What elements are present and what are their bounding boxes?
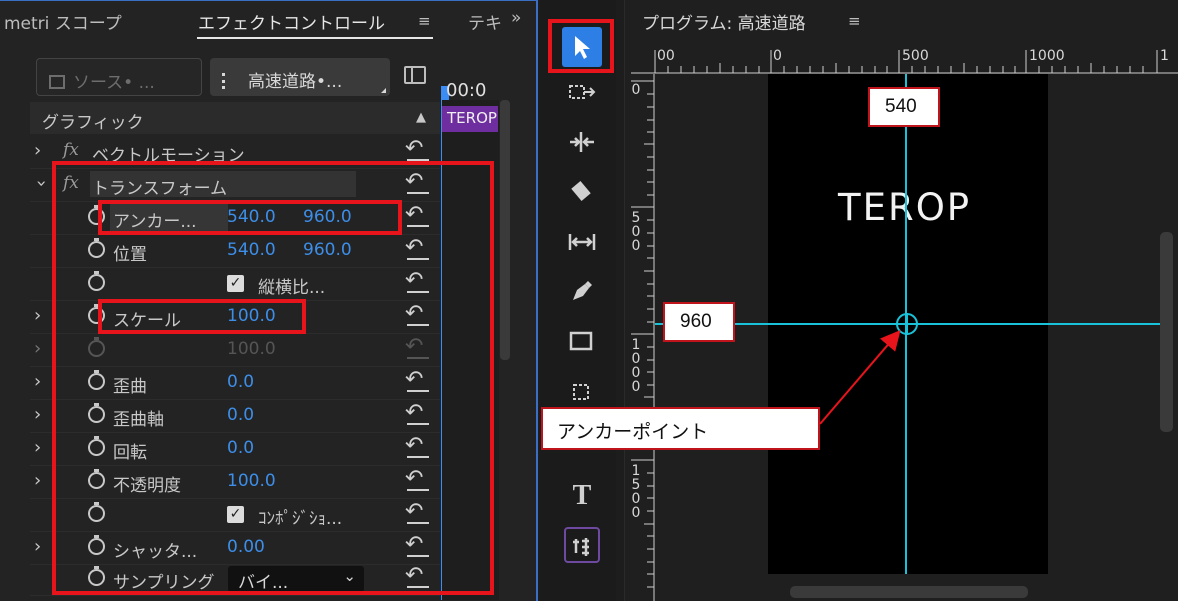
ruler-label: 1000	[1029, 48, 1065, 64]
razor-tool-button[interactable]	[562, 176, 602, 216]
ruler-label-group: 1 5 0 0	[630, 464, 642, 520]
reset-icon[interactable]	[405, 136, 429, 162]
grid-icon	[49, 75, 65, 89]
chevron-right-icon[interactable]: ›	[34, 305, 41, 326]
y-value-callout: 960	[663, 302, 735, 342]
ruler-label: 1	[1160, 48, 1169, 64]
source-clip-label: ソース• ...	[73, 73, 155, 93]
ruler-label: 00	[657, 48, 675, 64]
ruler-label: 0	[631, 491, 641, 507]
puppet-icon	[573, 538, 589, 556]
timecode: 00:0	[446, 80, 487, 101]
monitor-menu-icon[interactable]: ≡	[848, 12, 861, 30]
ruler-label: 1	[631, 463, 641, 479]
tab-lumetri-scope[interactable]: metri スコープ	[4, 9, 122, 34]
pointer-icon	[575, 36, 590, 59]
chevron-right-icon[interactable]: ›	[34, 470, 41, 491]
chevron-right-icon[interactable]: ›	[34, 536, 41, 557]
horizontal-ruler: 00 0 500 1000 1	[631, 46, 1178, 74]
track-select-icon	[569, 85, 596, 99]
collapse-icon[interactable]: ▲	[416, 110, 426, 125]
section-title: グラフィック	[42, 113, 144, 133]
slip-icon	[568, 234, 596, 250]
hand-icon	[573, 384, 589, 400]
chevron-right-icon[interactable]: ›	[34, 404, 41, 425]
ruler-label: 5	[631, 477, 641, 493]
fx-icon[interactable]: fx	[63, 140, 79, 160]
track-select-tool-button[interactable]	[562, 76, 602, 116]
source-clip-button[interactable]: ソース• ...	[36, 58, 202, 96]
tab-overflow-icon[interactable]: »	[511, 8, 521, 28]
graphic-section-header[interactable]: グラフィック ▲	[30, 102, 440, 134]
ruler-label: 0	[631, 379, 641, 395]
timeline-clip[interactable]: TEROP	[442, 106, 498, 132]
pen-tool-button[interactable]	[562, 276, 602, 316]
anchor-point-callout: アンカーポイント	[541, 407, 820, 450]
scale-highlight-box	[98, 299, 306, 334]
monitor-title: プログラム: 高速道路	[642, 14, 806, 34]
ruler-label: 0	[631, 505, 641, 521]
panel-menu-icon[interactable]: ≡	[418, 12, 431, 30]
chevron-right-icon[interactable]: ›	[34, 140, 41, 161]
ruler-label: 500	[902, 48, 929, 64]
chevron-right-icon[interactable]: ›	[34, 437, 41, 458]
chevron-right-icon[interactable]: ›	[34, 338, 41, 359]
chevron-right-icon[interactable]: ›	[34, 371, 41, 392]
active-tab-underline	[197, 37, 433, 39]
vertical-ruler: 0 5 0 0 1 0 0 0 1 5 0 0	[627, 74, 655, 601]
sequence-icon	[222, 73, 236, 89]
rectangle-tool-button[interactable]	[562, 326, 602, 366]
tab-effect-controls[interactable]: エフェクトコントロール	[198, 9, 385, 34]
x-value-callout: 540	[868, 87, 940, 127]
ruler-label: 0	[631, 238, 641, 254]
ruler-label: 0	[631, 351, 641, 367]
sequence-clip-button[interactable]: 高速道路•...	[210, 58, 390, 96]
slip-tool-button[interactable]	[562, 226, 602, 266]
rectangle-icon	[569, 331, 593, 351]
ruler-label: 0	[631, 365, 641, 381]
monitor-scrollbar-horizontal[interactable]	[790, 586, 1028, 598]
chevron-down-icon[interactable]: ›	[31, 180, 52, 187]
monitor-scrollbar-vertical[interactable]	[1160, 232, 1173, 432]
ruler-label: 5	[631, 210, 641, 226]
toggle-timeline-icon[interactable]	[404, 66, 426, 84]
ruler-label-group: 1 0 0 0	[630, 338, 642, 394]
ruler-label: 0	[631, 82, 641, 98]
ruler-label: 1	[631, 337, 641, 353]
sequence-clip-label: 高速道路•...	[248, 72, 343, 92]
anchor-point-icon[interactable]	[896, 313, 918, 335]
ripple-edit-tool-button[interactable]	[562, 126, 602, 166]
pen-icon	[573, 281, 592, 300]
ruler-label: 0	[631, 224, 641, 240]
tab-text[interactable]: テキ	[468, 9, 502, 34]
corner-arrow-icon	[381, 88, 386, 93]
selection-tool-button[interactable]	[562, 27, 602, 67]
ripple-edit-icon	[570, 132, 594, 152]
panel-scrollbar[interactable]	[500, 100, 510, 360]
type-tool-button[interactable]: T	[562, 476, 602, 516]
ruler-label: 0	[773, 48, 782, 64]
razor-icon	[571, 181, 591, 201]
puppet-tool-button[interactable]	[564, 527, 600, 563]
ruler-label-group: 0	[630, 83, 642, 97]
anchor-highlight-box	[98, 200, 402, 235]
ruler-label-group: 5 0 0	[630, 211, 642, 253]
